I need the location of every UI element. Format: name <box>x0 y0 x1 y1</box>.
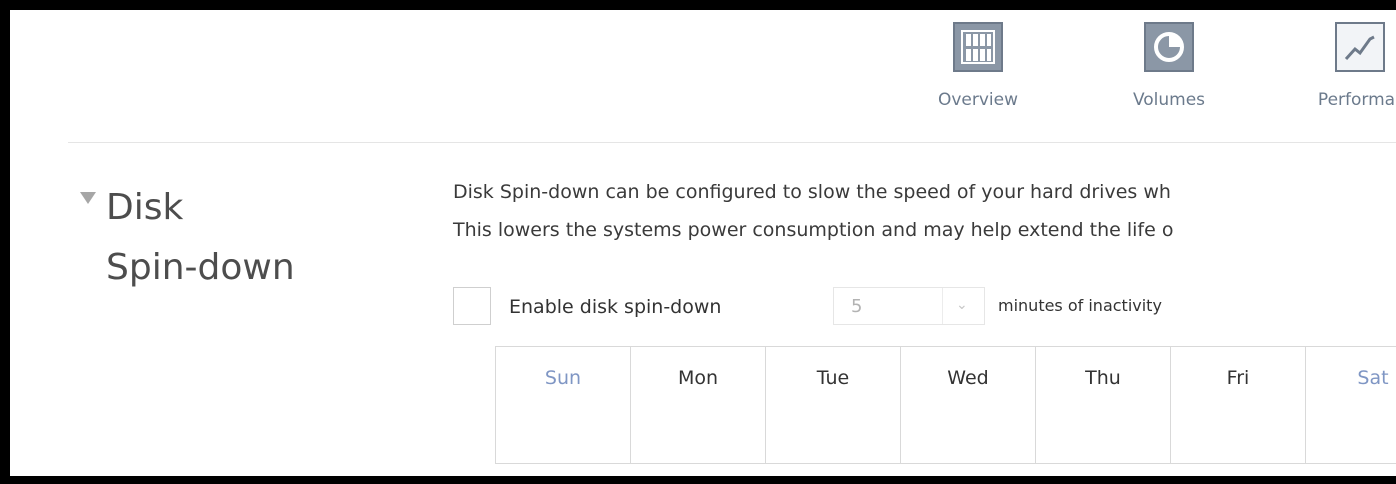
nav-label-overview: Overview <box>937 90 1019 110</box>
section-title-line2: Spin-down <box>106 247 295 288</box>
nav-item-overview[interactable]: Overview <box>903 22 1053 110</box>
day-tue[interactable]: Tue <box>765 347 900 463</box>
day-fri[interactable]: Fri <box>1170 347 1305 463</box>
enable-spin-down-checkbox[interactable] <box>453 287 491 325</box>
performance-icon <box>1335 22 1385 72</box>
section-title: Disk Spin-down <box>106 178 295 298</box>
enable-spin-down-label[interactable]: Enable disk spin-down <box>509 296 721 318</box>
day-sat[interactable]: Sat <box>1305 347 1396 463</box>
day-wed[interactable]: Wed <box>900 347 1035 463</box>
chevron-down-icon[interactable]: ⌄ <box>956 297 968 313</box>
day-sun[interactable]: Sun <box>495 347 630 463</box>
minutes-select-value: 5 <box>851 296 863 317</box>
description-line-2: This lowers the systems power consumptio… <box>453 219 1174 241</box>
day-thu[interactable]: Thu <box>1035 347 1170 463</box>
day-schedule: Sun Mon Tue Wed Thu Fri Sat <box>495 346 1396 464</box>
overview-icon <box>953 22 1003 72</box>
select-separator <box>942 288 943 324</box>
nav-label-volumes: Volumes <box>1132 90 1206 110</box>
minutes-suffix-label: minutes of inactivity <box>998 296 1162 315</box>
nav-item-performance[interactable]: Performar <box>1285 22 1396 110</box>
description-line-1: Disk Spin-down can be configured to slow… <box>453 181 1171 203</box>
nav-label-performance: Performar <box>1317 90 1396 110</box>
minutes-select[interactable]: 5 ⌄ <box>833 287 985 325</box>
nav-item-volumes[interactable]: Volumes <box>1094 22 1244 110</box>
header-divider <box>68 142 1396 143</box>
day-mon[interactable]: Mon <box>630 347 765 463</box>
volumes-icon <box>1144 22 1194 72</box>
collapse-triangle-icon[interactable] <box>80 192 96 204</box>
section-title-line1: Disk <box>106 187 184 228</box>
